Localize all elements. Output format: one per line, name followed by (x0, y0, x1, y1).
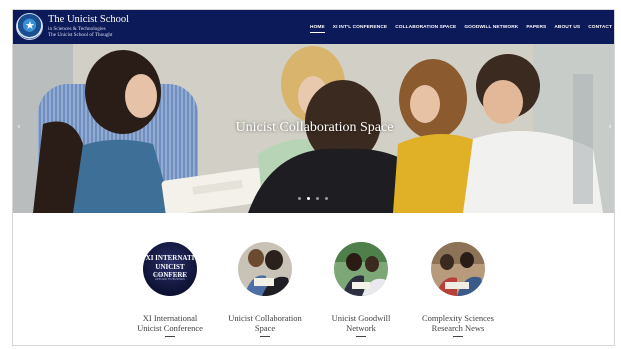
feature-label-line2: Unicist Conference (137, 323, 203, 333)
slider-dot-1[interactable] (298, 197, 301, 200)
feature-collaboration-space[interactable]: Unicist Collaboration Space (220, 242, 310, 337)
feature-research-news[interactable]: Complexity Sciences Research News (413, 242, 503, 337)
feature-underline (356, 336, 366, 337)
feature-label: Unicist Goodwill Network (316, 313, 406, 333)
feature-label-line1: Unicist Goodwill (331, 313, 391, 323)
brand-name: The Unicist School (48, 14, 130, 25)
feature-label: Complexity Sciences Research News (413, 313, 503, 333)
feature-label-line1: Unicist Collaboration (228, 313, 302, 323)
hero-slider[interactable]: Unicist Collaboration Space ‹ › (13, 44, 614, 213)
feature-label-line2: Space (254, 323, 276, 333)
feature-label-line1: XI International (142, 313, 198, 323)
feature-label: Unicist Collaboration Space (220, 313, 310, 333)
feature-label-line2: Network (346, 323, 376, 333)
features-section: XI INTERNATI UNICIST CONFERE COMPLEXITY … (13, 213, 614, 345)
conference-image-subtext: COMPLEXITY SCIENCE (154, 274, 186, 277)
feature-label: XI International Unicist Conference (125, 313, 215, 333)
conference-image: XI INTERNATI UNICIST CONFERE COMPLEXITY … (143, 242, 197, 296)
slider-dot-4[interactable] (325, 197, 328, 200)
feature-conference[interactable]: XI INTERNATI UNICIST CONFERE COMPLEXITY … (125, 242, 215, 337)
research-news-image (431, 242, 485, 296)
conference-image-subtext: APPLIED TO BUSINES (155, 278, 185, 281)
nav-goodwill-network[interactable]: GOODWILL NETWORK (464, 25, 518, 30)
feature-label-line2: Research News (431, 323, 485, 333)
nav-papers[interactable]: PAPERS (526, 25, 546, 30)
collaboration-image (238, 242, 292, 296)
main-nav: HOME XI INT'L CONFERENCE COLLABORATION S… (310, 10, 612, 44)
feature-label-line1: Complexity Sciences (421, 313, 494, 323)
nav-contact[interactable]: CONTACT (588, 25, 612, 30)
nav-about-us[interactable]: ABOUT US (554, 25, 580, 30)
goodwill-image (334, 242, 388, 296)
web-page: ★ The Unicist School in Sciences & Techn… (12, 9, 615, 346)
feature-goodwill-network[interactable]: Unicist Goodwill Network (316, 242, 406, 337)
brand[interactable]: The Unicist School in Sciences & Technol… (48, 14, 129, 39)
chevron-right-icon[interactable]: › (608, 122, 612, 132)
nav-collaboration-space[interactable]: COLLABORATION SPACE (395, 25, 456, 30)
feature-underline (260, 336, 270, 337)
brand-tagline: The Unicist School of Thought (48, 32, 113, 39)
feature-underline (165, 336, 175, 337)
slider-dots (298, 197, 328, 200)
chevron-left-icon[interactable]: ‹ (17, 122, 21, 132)
slider-dot-3[interactable] (316, 197, 319, 200)
nav-conference[interactable]: XI INT'L CONFERENCE (333, 25, 387, 30)
hero-caption: Unicist Collaboration Space (235, 120, 394, 135)
slider-dot-2[interactable] (307, 197, 310, 200)
nav-home[interactable]: HOME (310, 25, 325, 33)
star-icon: ★ (25, 19, 35, 32)
conference-image-text: XI INTERNATI (145, 254, 195, 262)
school-logo-icon[interactable]: ★ (16, 13, 43, 40)
feature-underline (453, 336, 463, 337)
header-navbar: ★ The Unicist School in Sciences & Techn… (13, 10, 614, 44)
